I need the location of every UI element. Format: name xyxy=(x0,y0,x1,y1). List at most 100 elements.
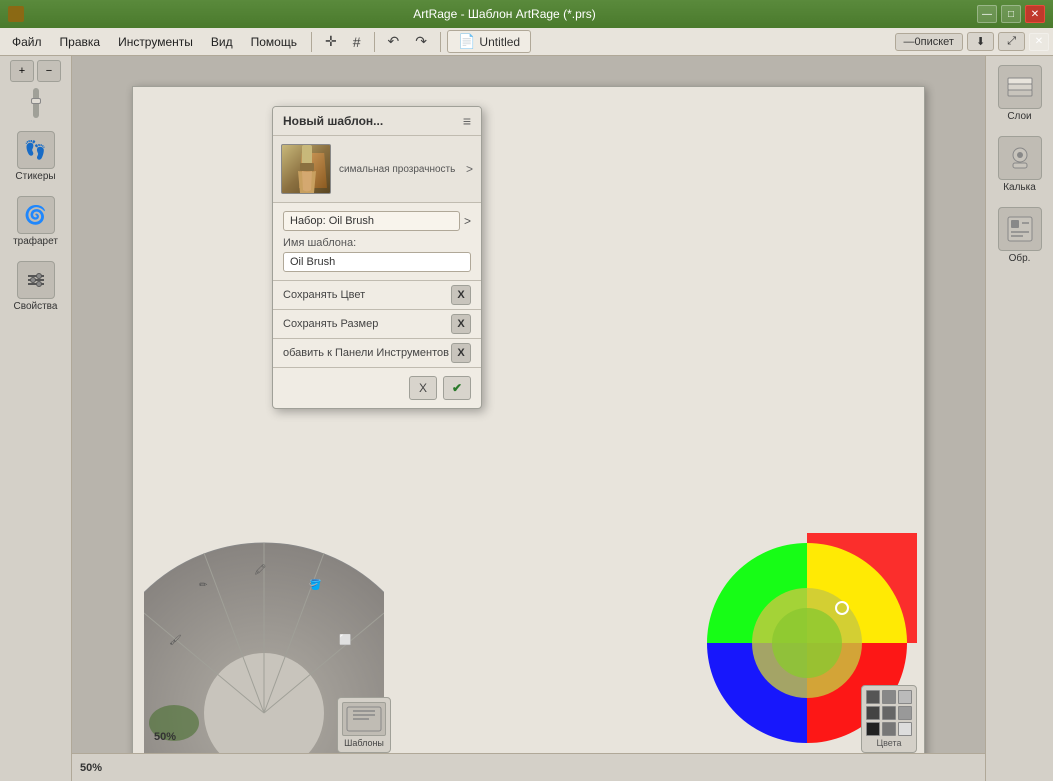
menu-file[interactable]: Файл xyxy=(4,32,50,52)
save-color-btn[interactable]: X xyxy=(451,285,471,305)
separator-3 xyxy=(440,32,441,52)
menubar-close-btn[interactable]: ✕ xyxy=(1029,33,1049,51)
name-field-label: Имя шаблона: xyxy=(283,237,471,249)
doc-icon: 📄 xyxy=(458,33,475,50)
save-size-row: Сохранять Размер X xyxy=(273,310,481,339)
layers-icon xyxy=(998,65,1042,109)
about-btn[interactable]: —0пискет xyxy=(895,33,963,51)
tracing-label: Калька xyxy=(1003,182,1036,193)
undo-btn[interactable]: ↶ xyxy=(381,30,407,53)
brush-svg xyxy=(282,145,331,194)
new-preset-dialog: Новый шаблон... ≡ симальная проз xyxy=(272,106,482,409)
sidebar-item-stickers[interactable]: 👣 Стикеры xyxy=(8,126,64,187)
swatch-item[interactable] xyxy=(866,722,880,736)
titlebar: ArtRage - Шаблон ArtRage (*.prs) — □ ✕ xyxy=(0,0,1053,28)
sidebar-item-stencil[interactable]: 🌀 трафарет xyxy=(8,191,64,252)
dialog-cancel-btn[interactable]: X xyxy=(409,376,437,400)
zoom-minus-btn[interactable]: − xyxy=(37,60,61,82)
swatch-item[interactable] xyxy=(898,722,912,736)
slider-thumb xyxy=(31,98,41,104)
separator-1 xyxy=(311,32,312,52)
save-color-row: Сохранять Цвет X xyxy=(273,281,481,310)
stickers-label: Стикеры xyxy=(15,171,55,182)
vertical-slider[interactable] xyxy=(33,88,39,118)
sidebar-item-layers[interactable]: Слои xyxy=(992,60,1048,127)
layers-svg xyxy=(1005,72,1035,102)
preset-name-input[interactable] xyxy=(283,252,471,272)
right-toolbar: —0пискет ⬇ ⤢ ✕ xyxy=(895,32,1049,51)
svg-text:✏: ✏ xyxy=(199,580,208,591)
preview-arrow-btn[interactable]: > xyxy=(466,162,473,176)
tracing-icon xyxy=(998,136,1042,180)
add-panel-row: обавить к Панели Инструментов X xyxy=(273,339,481,368)
add-panel-btn[interactable]: X xyxy=(451,343,471,363)
stencils-panel-btn[interactable]: Шаблоны xyxy=(337,697,391,753)
menu-edit[interactable]: Правка xyxy=(52,32,109,52)
dialog-list-icon[interactable]: ≡ xyxy=(463,113,471,129)
references-label: Обр. xyxy=(1009,253,1031,264)
swatch-item[interactable] xyxy=(898,706,912,720)
dialog-title: Новый шаблон... xyxy=(283,114,383,128)
colors-btn[interactable]: Цвета xyxy=(861,685,917,753)
svg-text:🪣: 🪣 xyxy=(309,578,321,591)
save-color-label: Сохранять Цвет xyxy=(283,289,365,301)
window-title: ArtRage - Шаблон ArtRage (*.prs) xyxy=(32,7,977,21)
zoom-level-display: 50% xyxy=(154,731,176,743)
swatch-item[interactable] xyxy=(898,690,912,704)
document-tab[interactable]: 📄 Untitled xyxy=(447,30,531,53)
window-controls: — □ ✕ xyxy=(977,5,1045,23)
grid-btn[interactable]: # xyxy=(346,31,368,53)
swatch-item[interactable] xyxy=(882,690,896,704)
stencil-label: трафарет xyxy=(13,236,58,247)
main-area: + − 👣 Стикеры 🌀 трафарет xyxy=(0,56,1053,781)
app-icon xyxy=(8,6,24,22)
preset-row: Набор: Oil Brush > xyxy=(283,211,471,231)
stencil-icon: 🌀 xyxy=(17,196,55,234)
stencils-svg xyxy=(345,705,383,733)
swatch-item[interactable] xyxy=(882,706,896,720)
colors-label: Цвета xyxy=(876,738,901,748)
svg-text:⬜: ⬜ xyxy=(339,633,351,646)
add-panel-label: обавить к Панели Инструментов xyxy=(283,347,449,359)
references-svg xyxy=(1005,214,1035,244)
swatch-item[interactable] xyxy=(866,706,880,720)
close-button[interactable]: ✕ xyxy=(1025,5,1045,23)
redo-btn[interactable]: ↷ xyxy=(408,30,434,53)
save-size-label: Сохранять Размер xyxy=(283,318,378,330)
svg-text:🖍: 🖍 xyxy=(254,564,267,576)
preset-arrow-btn[interactable]: > xyxy=(464,214,471,228)
maximize-button[interactable]: □ xyxy=(1001,5,1021,23)
fullscreen-btn[interactable]: ⤢ xyxy=(998,32,1025,51)
download-btn[interactable]: ⬇ xyxy=(967,32,994,51)
move-tool-btn[interactable]: ✛ xyxy=(318,30,344,53)
swatch-grid xyxy=(866,690,912,736)
menubar: Файл Правка Инструменты Вид Помощь ✛ # ↶… xyxy=(0,28,1053,56)
tracing-svg xyxy=(1005,143,1035,173)
minimize-button[interactable]: — xyxy=(977,5,997,23)
save-size-btn[interactable]: X xyxy=(451,314,471,334)
canvas-bottom-toolbar: 50% xyxy=(72,753,985,781)
swatch-item[interactable] xyxy=(882,722,896,736)
swatch-item[interactable] xyxy=(866,690,880,704)
canvas-area[interactable]: Новый шаблон... ≡ симальная проз xyxy=(72,56,985,781)
sidebar-item-properties[interactable]: Свойства xyxy=(8,256,64,317)
dialog-header: Новый шаблон... ≡ xyxy=(273,107,481,136)
stickers-icon: 👣 xyxy=(17,131,55,169)
dialog-preview: симальная прозрачность > xyxy=(273,136,481,203)
doc-title: Untitled xyxy=(479,35,520,49)
menu-tools[interactable]: Инструменты xyxy=(110,32,201,52)
sidebar-item-tracing[interactable]: Калька xyxy=(992,131,1048,198)
preset-dropdown[interactable]: Набор: Oil Brush xyxy=(283,211,460,231)
menu-view[interactable]: Вид xyxy=(203,32,241,52)
menu-help[interactable]: Помощь xyxy=(243,32,305,52)
zoom-controls: + − xyxy=(10,60,61,82)
zoom-display: 50% xyxy=(80,762,102,774)
dialog-footer: X ✔ xyxy=(273,368,481,408)
zoom-plus-btn[interactable]: + xyxy=(10,60,34,82)
sidebar-item-references[interactable]: Обр. xyxy=(992,202,1048,269)
dialog-confirm-btn[interactable]: ✔ xyxy=(443,376,471,400)
svg-text:🖌: 🖌 xyxy=(169,634,182,646)
right-sidebar: Слои Калька Обр. xyxy=(985,56,1053,781)
stencils-label: Шаблоны xyxy=(344,738,384,748)
properties-icon xyxy=(17,261,55,299)
